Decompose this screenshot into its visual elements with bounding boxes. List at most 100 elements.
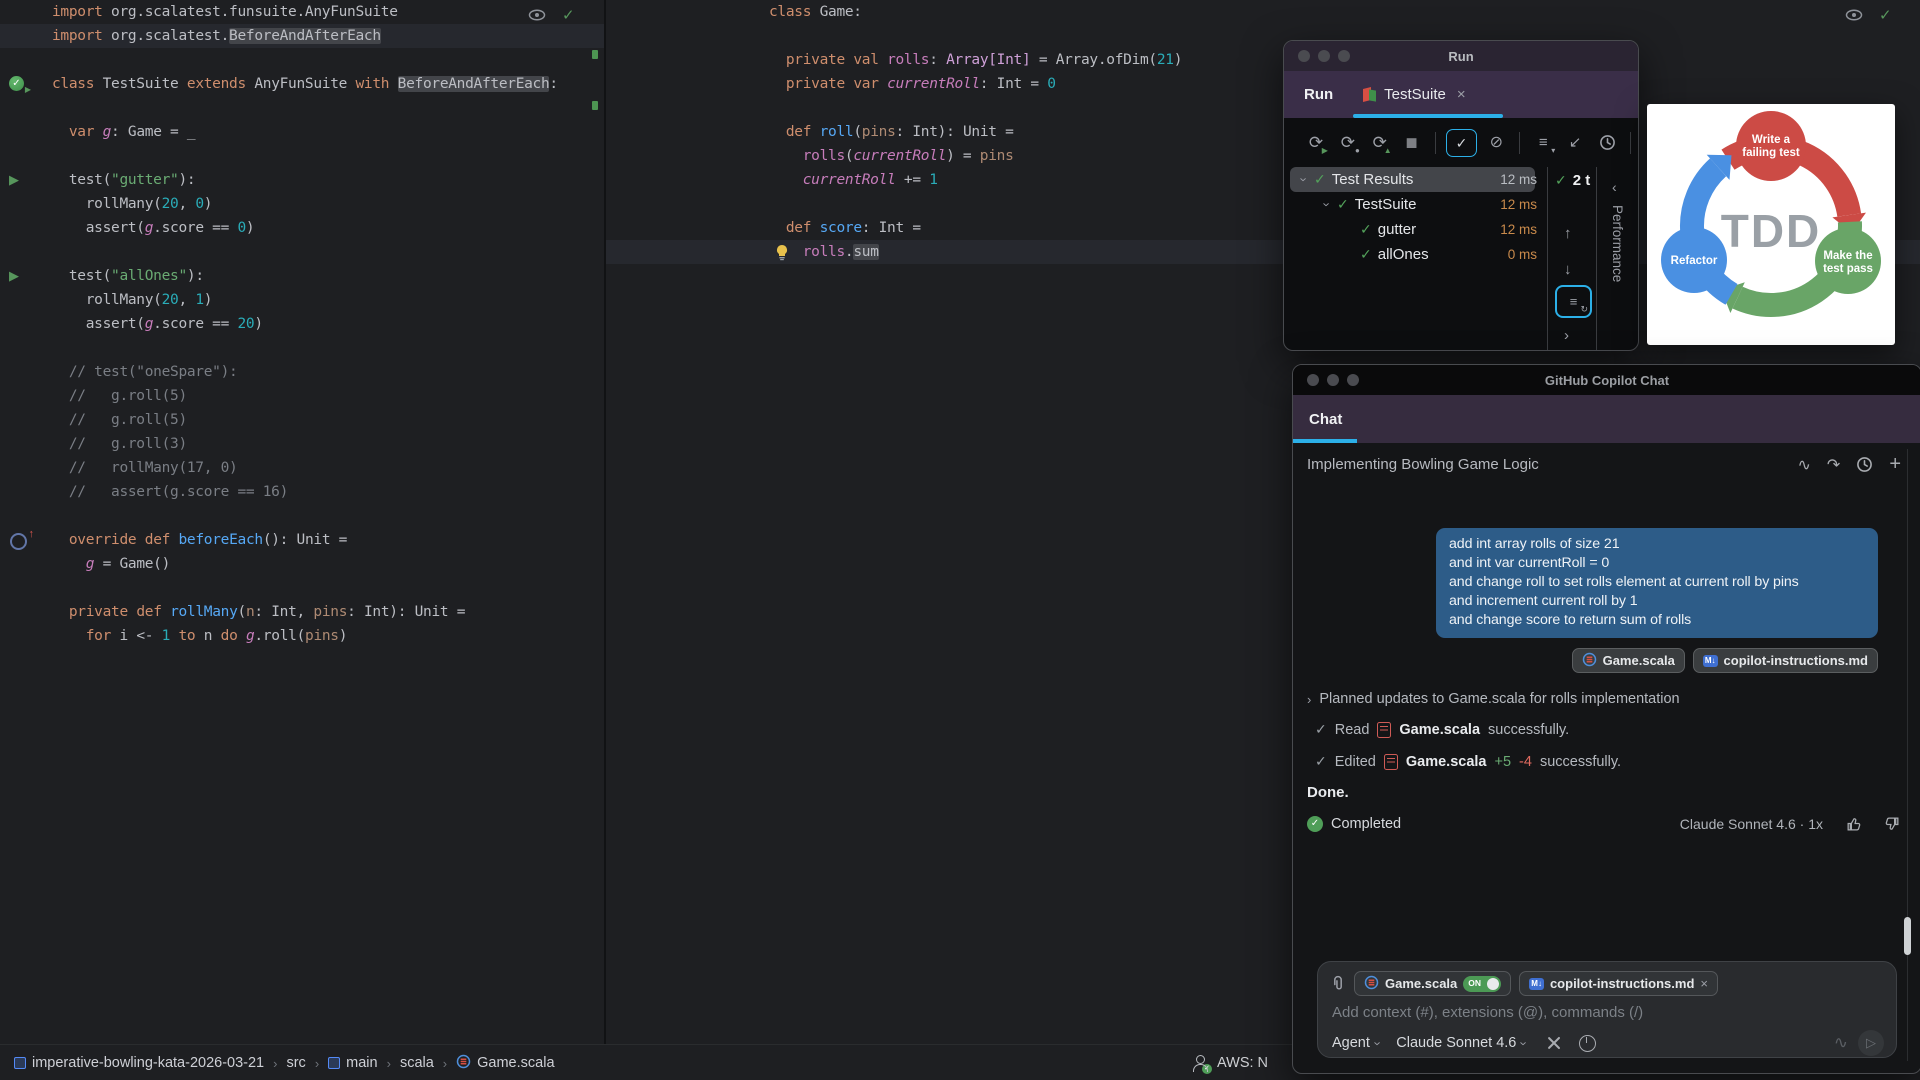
scribble-icon[interactable]: ∿	[1798, 455, 1811, 475]
chat-input-placeholder[interactable]: Add context (#), extensions (@), command…	[1332, 1004, 1643, 1021]
zoom-window-button[interactable]	[1347, 374, 1359, 386]
no-problems-icon[interactable]: ✓	[562, 6, 575, 24]
planned-updates-row[interactable]: › Planned updates to Game.scala for roll…	[1307, 691, 1901, 707]
minimize-window-button[interactable]	[1318, 50, 1330, 62]
context-chip[interactable]: Game.scala	[1571, 648, 1685, 673]
run-tool-label[interactable]: Run	[1304, 86, 1333, 103]
context-chip[interactable]: Game.scala ON	[1354, 971, 1512, 996]
thumbs-up-icon[interactable]	[1845, 816, 1862, 832]
close-window-button[interactable]	[1307, 374, 1319, 386]
statusbar-right[interactable]: ✓ AWS: N	[1192, 1045, 1268, 1080]
close-window-button[interactable]	[1298, 50, 1310, 62]
minimize-window-button[interactable]	[1327, 374, 1339, 386]
history-icon[interactable]	[1856, 456, 1873, 473]
new-chat-icon[interactable]: +	[1889, 453, 1901, 476]
breadcrumb-item[interactable]: scala	[400, 1055, 434, 1071]
collapse-icon[interactable]: ↙	[1562, 131, 1588, 155]
voice-input-icon[interactable]: ∿	[1834, 1033, 1848, 1053]
thumbs-down-icon[interactable]	[1884, 816, 1901, 832]
copilot-titlebar[interactable]: GitHub Copilot Chat	[1293, 365, 1920, 395]
chat-input-box[interactable]: Game.scala ON M↓ copilot-instructions.md × A…	[1317, 961, 1897, 1058]
bubble-line: and int var currentRoll = 0	[1449, 554, 1610, 571]
scrollbar-track[interactable]	[1907, 449, 1908, 1061]
edited-filename[interactable]: Game.scala	[1406, 754, 1487, 770]
paperclip-icon[interactable]	[1330, 975, 1346, 992]
run-window-titlebar[interactable]: Run	[1284, 41, 1638, 71]
history-icon[interactable]	[1594, 131, 1620, 155]
user-message-bubble: add int array rolls of size 21 and int va…	[1436, 528, 1878, 638]
traffic-lights[interactable]	[1298, 50, 1350, 62]
lightbulb-icon[interactable]	[774, 244, 792, 262]
test-tree-row[interactable]: ✓ gutter 12 ms	[1284, 217, 1547, 242]
edited-step-row[interactable]: ✓ Edited Game.scala +5 -4 successfully.	[1307, 753, 1901, 770]
context-chip[interactable]: M↓ copilot-instructions.md	[1692, 648, 1878, 673]
change-stripe-mark[interactable]	[592, 50, 598, 59]
traffic-lights[interactable]	[1307, 374, 1359, 386]
svg-text:TDD: TDD	[1721, 205, 1822, 257]
chevron-right-icon[interactable]: ›	[1307, 692, 1311, 707]
override-gutter-icon[interactable]: ↑	[10, 528, 34, 551]
editor-pane-testsuite[interactable]: import org.scalatest.funsuite.AnyFunSuit…	[0, 0, 604, 1044]
no-problems-icon[interactable]: ✓	[1879, 6, 1892, 24]
read-step-row[interactable]: ✓ Read Game.scala successfully.	[1307, 721, 1901, 738]
scrollbar-thumb[interactable]	[1904, 917, 1911, 955]
sort-icon[interactable]: ≡ ▾	[1530, 131, 1556, 155]
tab-testsuite[interactable]: TestSuite ×	[1363, 86, 1465, 103]
close-tab-icon[interactable]: ×	[1457, 86, 1466, 103]
test-passed-gutter-icon[interactable]: ✓ ▶	[9, 76, 31, 94]
stop-icon[interactable]: ◼	[1399, 131, 1425, 155]
sort-tests-button[interactable]: ≡ ↻	[1555, 285, 1592, 318]
chevron-down-icon[interactable]: ›	[1296, 172, 1312, 187]
code-testsuite[interactable]: import org.scalatest.funsuite.AnyFunSuit…	[52, 0, 558, 648]
code-game[interactable]: class Game: private val rolls: Array[Int…	[769, 0, 1182, 264]
collapse-rail-icon[interactable]: ‹	[1612, 179, 1617, 195]
tools-icon[interactable]	[1545, 1034, 1563, 1052]
run-test-gutter-icon[interactable]: ▶	[9, 267, 27, 285]
eye-icon[interactable]	[528, 9, 546, 21]
agent-row: Agent › Claude Sonnet 4.6 › ∿ ▷	[1332, 1030, 1884, 1056]
context-toggle-on[interactable]: ON	[1463, 975, 1502, 992]
test-tree-row[interactable]: ✓ allOnes 0 ms	[1284, 242, 1547, 267]
test-results-tree[interactable]: › ✓ Test Results 12 ms › ✓ TestSuite 12 ms ✓ gutt…	[1284, 167, 1547, 350]
breadcrumb-item[interactable]: Game.scala	[456, 1054, 555, 1073]
usage-gauge-icon[interactable]	[1578, 1034, 1596, 1052]
zoom-window-button[interactable]	[1338, 50, 1350, 62]
inspection-widget[interactable]: ✓	[1845, 6, 1892, 24]
code-line: rolls.sum	[802, 244, 879, 260]
breadcrumb-item[interactable]: main	[328, 1055, 378, 1071]
tab-chat[interactable]: Chat	[1309, 411, 1342, 428]
show-passed-icon[interactable]: ✓	[1445, 128, 1478, 157]
eye-icon[interactable]	[1845, 9, 1863, 21]
send-button[interactable]: ▷	[1858, 1030, 1884, 1056]
breadcrumb-item[interactable]: src	[286, 1055, 305, 1071]
code-line: private def rollMany(n: Int, pins: Int):…	[68, 604, 466, 620]
remove-chip-icon[interactable]: ×	[1700, 976, 1708, 991]
breadcrumb-item[interactable]: imperative-bowling-kata-2026-03-21	[14, 1055, 264, 1071]
aws-auth-icon[interactable]: ✓	[1192, 1055, 1212, 1074]
test-duration: 0 ms	[1507, 247, 1537, 262]
test-tree-row[interactable]: › ✓ TestSuite 12 ms	[1284, 192, 1547, 217]
tab-label: TestSuite	[1384, 86, 1446, 103]
chevron-down-icon[interactable]: ›	[1319, 197, 1335, 212]
agent-mode-select[interactable]: Agent	[1332, 1035, 1370, 1051]
read-filename[interactable]: Game.scala	[1399, 722, 1480, 738]
model-select[interactable]: Claude Sonnet 4.6	[1396, 1035, 1516, 1051]
run-test-gutter-icon[interactable]: ▶	[9, 171, 27, 189]
bubble-line: and change roll to set rolls element at …	[1449, 573, 1799, 590]
rerun-failed-icon[interactable]: ⟳ ●	[1335, 131, 1361, 155]
expand-rail-icon[interactable]: ›	[1564, 327, 1569, 344]
show-ignored-icon[interactable]: ⊘	[1483, 131, 1509, 155]
autotest-icon[interactable]: ⟳ ▲	[1367, 131, 1393, 155]
next-test-icon[interactable]: ↓	[1564, 261, 1572, 278]
inspection-widget[interactable]: ✓	[528, 6, 575, 24]
previous-test-icon[interactable]: ↑	[1564, 225, 1572, 242]
redo-icon[interactable]: ↷	[1827, 455, 1840, 475]
aws-status-label[interactable]: AWS: N	[1217, 1055, 1268, 1071]
test-tree-row[interactable]: › ✓ Test Results 12 ms	[1284, 167, 1547, 192]
rerun-icon[interactable]: ⟳ ▶	[1303, 131, 1329, 155]
performance-tab[interactable]: Performance	[1610, 205, 1625, 282]
change-stripe-mark[interactable]	[592, 101, 598, 110]
context-chip[interactable]: M↓ copilot-instructions.md ×	[1519, 971, 1718, 996]
breadcrumb[interactable]: imperative-bowling-kata-2026-03-21 › src › m…	[14, 1045, 555, 1080]
scalatest-icon	[1363, 87, 1377, 102]
